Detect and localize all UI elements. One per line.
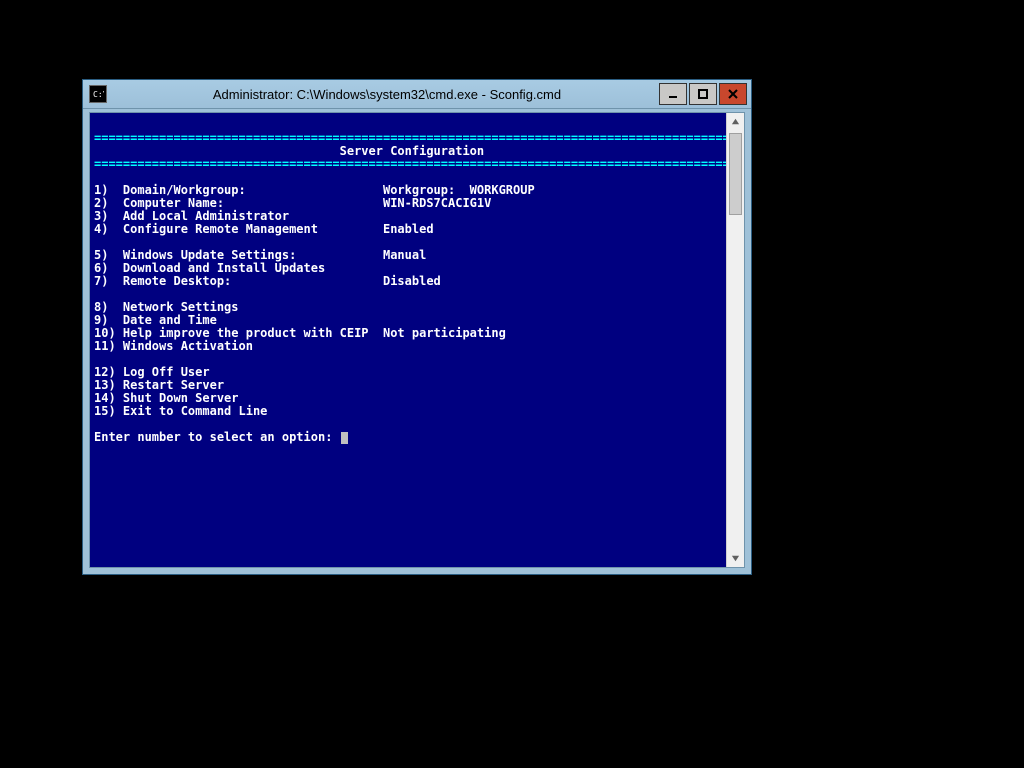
- text-cursor: [341, 432, 348, 444]
- menu-item[interactable]: 15) Exit to Command Line: [94, 405, 722, 418]
- scroll-thumb[interactable]: [729, 133, 742, 215]
- close-button[interactable]: [719, 83, 747, 105]
- menu-item[interactable]: 7) Remote Desktop: Disabled: [94, 275, 722, 288]
- maximize-button[interactable]: [689, 83, 717, 105]
- console-output[interactable]: ========================================…: [90, 113, 726, 567]
- scroll-down-button[interactable]: [727, 550, 744, 567]
- svg-text:C:\: C:\: [93, 90, 104, 99]
- scroll-up-button[interactable]: [727, 113, 744, 130]
- menu-item[interactable]: 11) Windows Activation: [94, 340, 722, 353]
- vertical-scrollbar[interactable]: [726, 113, 744, 567]
- titlebar[interactable]: C:\ Administrator: C:\Windows\system32\c…: [83, 80, 751, 109]
- divider-line: ========================================…: [94, 158, 722, 171]
- menu-item[interactable]: 4) Configure Remote Management Enabled: [94, 223, 722, 236]
- window-controls: [659, 83, 747, 105]
- window-title: Administrator: C:\Windows\system32\cmd.e…: [115, 87, 659, 102]
- prompt-line[interactable]: Enter number to select an option:: [94, 431, 722, 444]
- cmd-window: C:\ Administrator: C:\Windows\system32\c…: [82, 79, 752, 575]
- minimize-button[interactable]: [659, 83, 687, 105]
- client-area: ========================================…: [89, 112, 745, 568]
- cmd-icon: C:\: [89, 85, 107, 103]
